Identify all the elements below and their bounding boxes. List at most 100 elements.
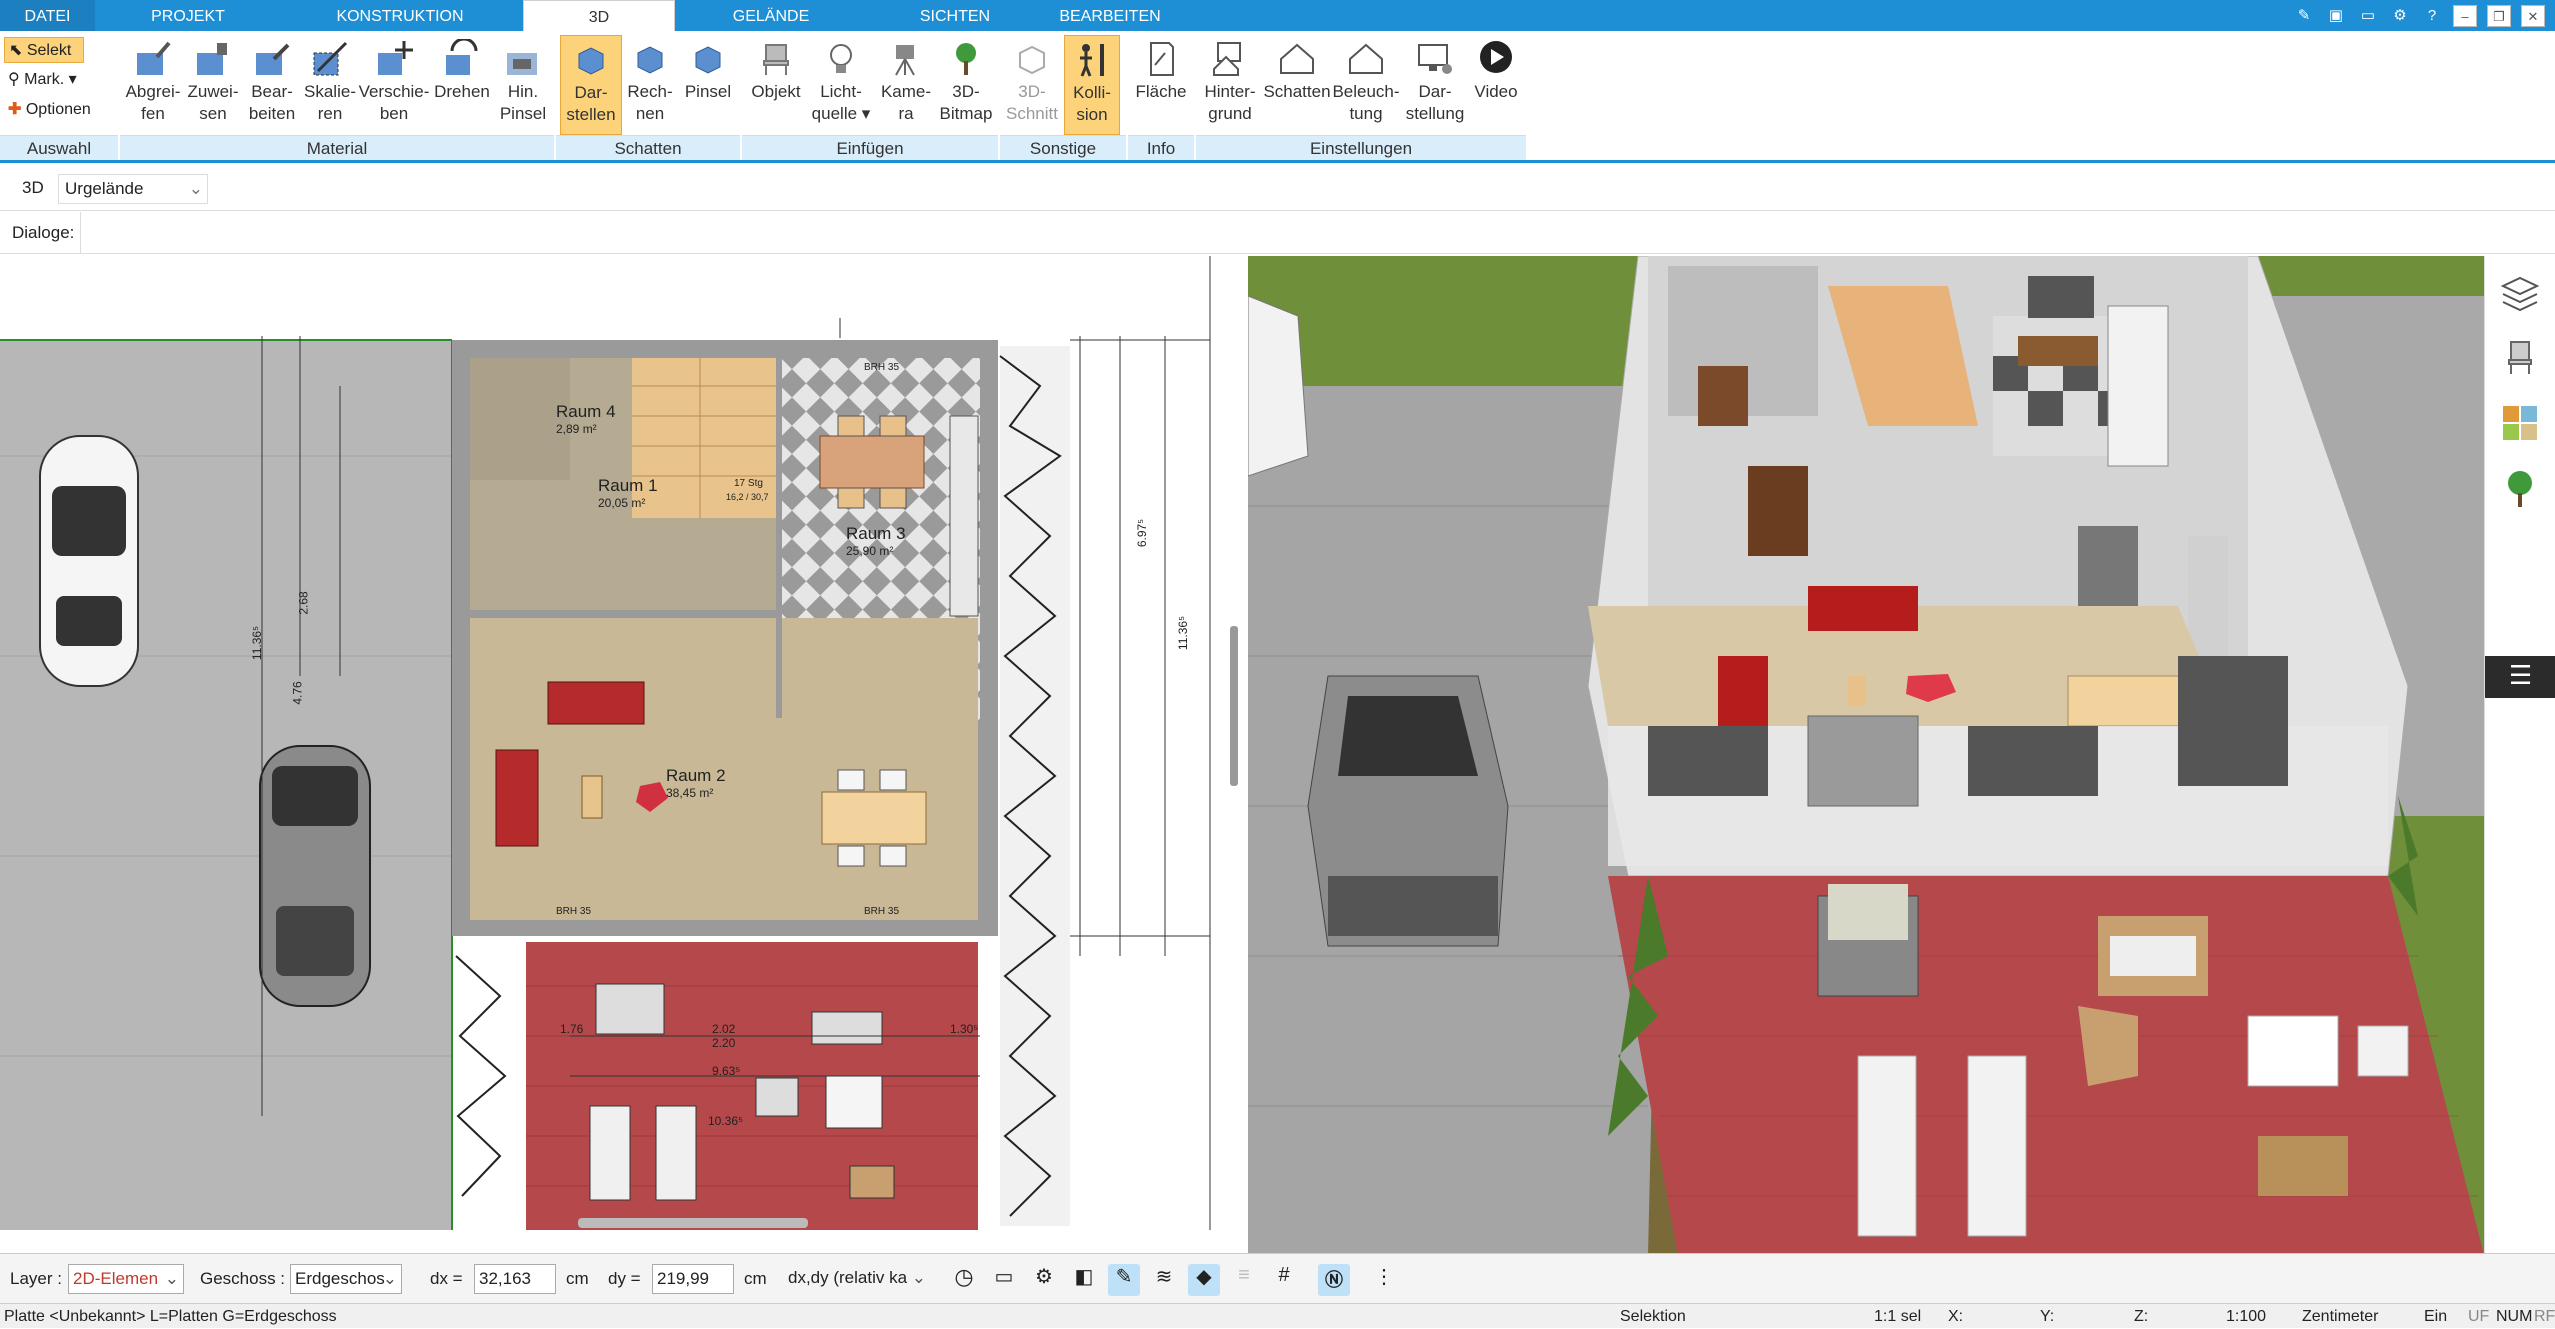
chair-icon[interactable]	[2499, 336, 2541, 378]
tool-label: grund	[1208, 104, 1252, 123]
tool-label: sen	[199, 104, 227, 123]
grid-icon[interactable]: #	[1268, 1264, 1300, 1296]
dy-unit: cm	[744, 1269, 767, 1288]
tab-gelaende[interactable]: GELÄNDE	[700, 0, 842, 31]
tool-schatten-einst[interactable]: Schatten	[1262, 35, 1332, 135]
monitor-icon[interactable]: ▭	[988, 1264, 1020, 1296]
more-icon[interactable]: ⋮	[1368, 1264, 1400, 1296]
tool-label: Rech-	[627, 82, 673, 101]
tab-konstruktion[interactable]: KONSTRUKTION	[310, 0, 490, 31]
close-button[interactable]: ✕	[2521, 4, 2545, 27]
tool-3d-bitmap[interactable]: 3D- Bitmap	[936, 35, 996, 135]
tool-label: sion	[1076, 105, 1108, 124]
north-icon[interactable]: Ⓝ	[1318, 1264, 1350, 1296]
tool-bearbeiten[interactable]: Bear-beiten	[242, 35, 302, 135]
dim-label: 9.63⁵	[712, 1064, 741, 1078]
tool-label: tung	[1349, 104, 1383, 123]
room-label-raum1: Raum 1 20,05 m²	[598, 476, 658, 510]
terrain-select[interactable]: Urgelände ⌄	[58, 174, 208, 204]
3d-canvas[interactable]	[1248, 256, 2484, 1255]
window-icon[interactable]: ▭	[2357, 5, 2379, 27]
tool-label: Fläche	[1135, 82, 1187, 101]
tool-zuweisen[interactable]: Zuwei-sen	[184, 35, 242, 135]
tool-label: Licht-	[820, 82, 862, 101]
menu-icon[interactable]: ☰	[2485, 656, 2555, 698]
clock-icon[interactable]: ◷	[948, 1264, 980, 1296]
tool-video[interactable]: Video	[1470, 35, 1522, 135]
selekt-button[interactable]: ⬉ Selekt	[4, 37, 84, 63]
tool-flaeche[interactable]: Fläche	[1130, 35, 1192, 135]
background-icon	[1213, 42, 1241, 76]
materials-icon[interactable]	[2499, 402, 2541, 444]
tool-label: ben	[379, 104, 409, 123]
settings-icon[interactable]: ⚙	[2389, 5, 2411, 27]
3d-window	[1648, 726, 1768, 796]
brh-label: BRH 35	[864, 906, 900, 917]
tool-kamera[interactable]: Kame-ra	[876, 35, 936, 135]
tool-label: Skalie-	[304, 82, 356, 101]
layer-select[interactable]: 2D-Elemen ⌄	[68, 1264, 184, 1294]
tool-verschieben[interactable]: Verschie-ben	[358, 35, 430, 135]
status-bar: Platte <Unbekannt> L=Platten G=Erdgescho…	[0, 1303, 2555, 1328]
tools-icon[interactable]: ✎	[2293, 5, 2315, 27]
v-scrollbar[interactable]	[1230, 626, 1238, 786]
geschoss-select[interactable]: Erdgeschos ⌄	[290, 1264, 402, 1294]
tool-kollision[interactable]: Kolli-sion	[1064, 35, 1120, 135]
tool-drehen[interactable]: Drehen	[430, 35, 494, 135]
chevron-down-icon: ⌄	[164, 1269, 179, 1288]
tab-3d[interactable]: 3D	[523, 0, 675, 32]
status-sel-count: 1:1 sel	[1874, 1308, 1922, 1325]
house-shadow-icon	[1280, 43, 1314, 74]
tool-objekt[interactable]: Objekt	[746, 35, 806, 135]
clipboard-icon[interactable]: ▣	[2325, 5, 2347, 27]
status-scale: 1:100	[2226, 1308, 2267, 1325]
status-flag-uf: UF	[2468, 1308, 2490, 1325]
tool-lichtquelle[interactable]: Licht-quelle ▾	[808, 35, 874, 135]
floor-plan-view[interactable]: Raum 4 2,89 m² Raum 1 20,05 m² Raum 3 25,90…	[0, 256, 1222, 1230]
optionen-button[interactable]: ✚ Optionen	[4, 97, 91, 123]
tool-schatten-pinsel[interactable]: Pinsel	[680, 35, 736, 135]
h-scrollbar[interactable]	[578, 1218, 808, 1228]
tool-darstellen[interactable]: Dar-stellen	[560, 35, 622, 135]
tree-icon[interactable]	[2499, 468, 2541, 510]
restore-button[interactable]: ❐	[2487, 4, 2511, 27]
plane-icon[interactable]: ◆	[1188, 1264, 1220, 1296]
status-flag-num: NUM	[2496, 1308, 2533, 1325]
3d-view[interactable]	[1248, 256, 2484, 1255]
view-splitter[interactable]	[1222, 256, 1248, 1230]
tool-hin-pinsel[interactable]: Hin. Pinsel	[494, 35, 552, 135]
dy-input[interactable]: 219,99	[652, 1264, 734, 1294]
tool-label: Pinsel	[684, 82, 732, 101]
tool-rechnen[interactable]: Rech-nen	[622, 35, 678, 135]
mark-button[interactable]: ⚲ Mark. ▾	[4, 67, 77, 93]
tool-skalieren[interactable]: Skalie-ren	[302, 35, 358, 135]
multi-layer-icon[interactable]: ≋	[1148, 1264, 1180, 1296]
tool-label: 3D-	[1018, 82, 1046, 101]
layers-icon[interactable]	[2499, 272, 2541, 314]
tool-3d-schnitt[interactable]: 3D- Schnitt	[1002, 35, 1062, 135]
tab-sichten[interactable]: SICHTEN	[880, 0, 1030, 31]
dx-input[interactable]: 32,163	[474, 1264, 556, 1294]
layers-color-icon[interactable]: ◧	[1068, 1264, 1100, 1296]
tab-bearbeiten[interactable]: BEARBEITEN	[1040, 0, 1180, 31]
coord-mode-select[interactable]: dx,dy (relativ ka ⌄	[784, 1264, 930, 1294]
help-icon[interactable]: ?	[2421, 5, 2443, 27]
pen-snap-icon[interactable]: ✎	[1108, 1264, 1140, 1296]
tab-datei[interactable]: DATEI	[0, 0, 95, 31]
dim-label: 2.02	[712, 1022, 736, 1036]
tool-hintergrund[interactable]: Hinter-grund	[1198, 35, 1262, 135]
tree-icon	[956, 43, 976, 75]
minimize-button[interactable]: –	[2453, 4, 2477, 27]
tab-projekt[interactable]: PROJEKT	[118, 0, 258, 31]
tool-abgreifen[interactable]: Abgrei-fen	[122, 35, 184, 135]
dim-label: 6.97⁵	[1135, 518, 1150, 548]
tools-icon[interactable]: ⚙	[1028, 1264, 1060, 1296]
view-toolbar: 3D Urgelände ⌄	[0, 166, 2555, 211]
camera-icon	[895, 45, 915, 76]
dialoge-label: Dialoge:	[12, 223, 75, 242]
assign-material-icon	[197, 43, 227, 75]
stack-icon[interactable]: ≡	[1228, 1264, 1260, 1296]
tool-beleuchtung[interactable]: Beleuch-tung	[1332, 35, 1400, 135]
tool-darstellung[interactable]: Dar-stellung	[1400, 35, 1470, 135]
group-schatten: Schatten	[556, 135, 740, 160]
